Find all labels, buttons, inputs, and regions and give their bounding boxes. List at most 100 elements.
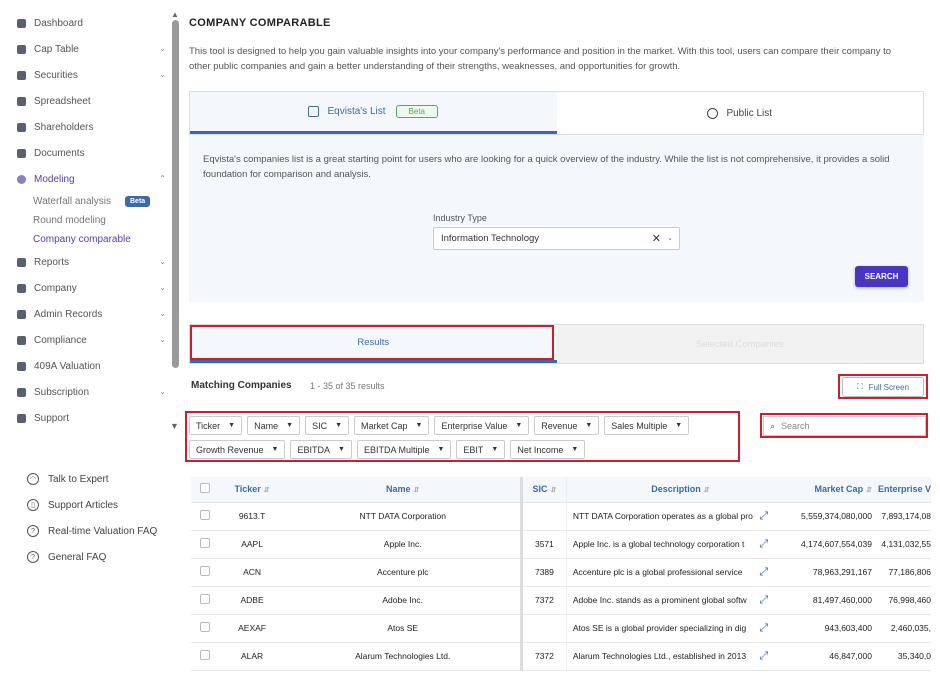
cell-ticker: AEXAF <box>218 614 286 643</box>
table-row[interactable]: AAPL Apple Inc. 3571 Apple Inc. is a global… <box>191 530 931 559</box>
row-checkbox[interactable] <box>199 510 210 520</box>
cell-sic <box>521 614 567 643</box>
bar-chart-icon <box>308 106 320 117</box>
row-checkbox-cell <box>191 502 219 531</box>
sidebar-item-admin-records[interactable]: Admin Records ⌄ <box>0 301 170 327</box>
sidebar-item-securities[interactable]: Securities ⌄ <box>0 62 170 88</box>
sidebar-subitem-round-modeling[interactable]: Round modeling <box>0 211 170 230</box>
sidebar-item-spreadsheet[interactable]: Spreadsheet <box>0 88 170 114</box>
sidebar-subitem-label: Waterfall analysis <box>33 196 111 207</box>
sidebar-subitem-label: Round modeling <box>33 215 106 226</box>
sidebar-item-company[interactable]: Company ⌄ <box>0 275 170 301</box>
table-row[interactable]: 9613.T NTT DATA Corporation NTT DATA Corpo… <box>191 502 931 531</box>
sidebar-item-label: Reports <box>34 256 70 268</box>
cell-sic: 7372 <box>521 586 567 615</box>
header-enterprise-value[interactable]: Enterprise V <box>877 477 931 503</box>
main-content: COMPANY COMPARABLE This tool is designed… <box>185 0 940 674</box>
chevron-down-icon[interactable]: ⌄ <box>159 44 166 53</box>
expand-icon[interactable]: ⤢ <box>755 622 773 635</box>
row-checkbox[interactable] <box>199 650 210 660</box>
sidebar-item-subscription[interactable]: Subscription ⌄ <box>0 379 170 405</box>
help-link-general-faq[interactable]: ? General FAQ <box>0 544 183 570</box>
table-row[interactable]: ACN Accenture plc 7389 Accenture plc is a g… <box>191 558 931 587</box>
expand-icon[interactable]: ⤢ <box>755 566 773 579</box>
cell-name: Apple Inc. <box>285 530 524 559</box>
expand-icon[interactable]: ⤢ <box>755 510 773 523</box>
select-all-checkbox[interactable] <box>199 483 210 494</box>
chevron-down-icon[interactable]: ⌄ <box>159 283 166 292</box>
sidebar-item-support[interactable]: Support <box>0 405 170 431</box>
sort-icon: ⇵ <box>550 487 557 495</box>
description-text: NTT DATA Corporation operates as a globa… <box>572 511 753 521</box>
tab-selected-companies[interactable]: Selected Companies <box>557 325 924 363</box>
dollar-icon <box>17 387 26 397</box>
header-ticker[interactable]: Ticker ⇵ <box>218 477 286 503</box>
row-checkbox[interactable] <box>199 538 210 548</box>
scroll-down-arrow[interactable]: ▼ <box>170 421 179 431</box>
table-row[interactable]: ADBE Adobe Inc. 7372 Adobe Inc. stands as a… <box>191 586 931 615</box>
header-description[interactable]: Description ⇵ <box>566 477 795 503</box>
highlight-box-fullscreen <box>838 374 928 399</box>
sidebar-subitem-waterfall-analysis[interactable]: Waterfall analysis Beta <box>0 192 170 211</box>
sidebar-item-label: Support <box>34 412 70 424</box>
question-icon: ? <box>27 525 39 537</box>
description-text: Apple Inc. is a global technology corpor… <box>572 539 745 549</box>
expand-icon[interactable]: ⤢ <box>755 538 773 551</box>
cell-description: Accenture plc is a global professional s… <box>566 558 795 587</box>
help-link-talk-to-expert[interactable]: ◠ Talk to Expert <box>0 466 183 492</box>
tab-eqvista-list-label: Eqvista's List <box>327 106 386 117</box>
scroll-up-arrow[interactable]: ▲ <box>171 10 179 19</box>
search-button[interactable]: SEARCH <box>855 266 908 287</box>
sidebar-item-label: Dashboard <box>34 17 83 29</box>
chevron-down-icon[interactable]: ⌄ <box>159 387 166 396</box>
cell-market-cap: 943,603,400 <box>794 614 878 643</box>
cell-market-cap: 78,963,291,167 <box>794 558 878 587</box>
table-row[interactable]: ALAR Alarum Technologies Ltd. 7372 Alarum T… <box>191 642 931 671</box>
help-link-real-time-valuation-faq[interactable]: ? Real-time Valuation FAQ <box>0 518 183 544</box>
help-link-label: Real-time Valuation FAQ <box>48 525 158 537</box>
sidebar-item-label: Compliance <box>34 334 87 346</box>
row-checkbox[interactable] <box>199 622 210 632</box>
chevron-down-icon[interactable]: ⌄ <box>159 335 166 344</box>
sidebar-item-modeling[interactable]: Modeling ⌃ <box>0 166 170 192</box>
report-icon <box>17 257 26 267</box>
sort-icon: ⇵ <box>703 487 710 495</box>
help-link-label: General FAQ <box>48 551 107 563</box>
cell-ticker: ACN <box>218 558 286 587</box>
industry-type-select[interactable]: Information Technology ✕ ⌄ <box>433 227 680 250</box>
row-checkbox[interactable] <box>199 594 210 604</box>
sidebar-item-cap-table[interactable]: Cap Table ⌄ <box>0 36 170 62</box>
sidebar-item-dashboard[interactable]: Dashboard <box>0 10 170 36</box>
sidebar-item-label: Admin Records <box>34 308 103 320</box>
chevron-up-icon[interactable]: ⌃ <box>159 174 166 183</box>
header-sic[interactable]: SIC ⇵ <box>521 477 567 503</box>
tab-public-list[interactable]: Public List <box>557 92 924 134</box>
beta-badge: Beta <box>395 105 438 118</box>
expand-icon[interactable]: ⤢ <box>755 594 773 607</box>
headset-icon: ◠ <box>27 473 39 485</box>
sidebar-item-409a-valuation[interactable]: 409A Valuation <box>0 353 170 379</box>
beta-badge: Beta <box>125 196 151 207</box>
header-market-cap[interactable]: Market Cap ⇵ <box>794 477 878 503</box>
chevron-down-icon[interactable]: ⌄ <box>159 70 166 79</box>
cell-ticker: 9613.T <box>218 502 286 531</box>
help-link-support-articles[interactable]: ▯ Support Articles <box>0 492 183 518</box>
sidebar-subitem-company-comparable[interactable]: Company comparable <box>0 230 170 249</box>
clear-icon[interactable]: ✕ <box>652 232 661 245</box>
sidebar-item-compliance[interactable]: Compliance ⌄ <box>0 327 170 353</box>
select-all-checkbox-cell <box>191 477 219 503</box>
chevron-down-icon[interactable]: ⌄ <box>667 234 673 242</box>
tab-eqvista-list[interactable]: Eqvista's List Beta <box>190 92 557 134</box>
expand-icon[interactable]: ⤢ <box>755 650 773 663</box>
header-name[interactable]: Name ⇵ <box>285 477 524 503</box>
description-text: Adobe Inc. stands as a prominent global … <box>572 595 747 605</box>
sidebar-scrollbar[interactable] <box>172 20 179 368</box>
sidebar-item-documents[interactable]: Documents <box>0 140 170 166</box>
sidebar-item-shareholders[interactable]: Shareholders <box>0 114 170 140</box>
book-icon: ▯ <box>27 499 39 511</box>
row-checkbox[interactable] <box>199 566 210 576</box>
chevron-down-icon[interactable]: ⌄ <box>159 309 166 318</box>
table-row[interactable]: AEXAF Atos SE Atos SE is a global provider… <box>191 614 931 643</box>
chevron-down-icon[interactable]: ⌄ <box>159 257 166 266</box>
sidebar-item-reports[interactable]: Reports ⌄ <box>0 249 170 275</box>
